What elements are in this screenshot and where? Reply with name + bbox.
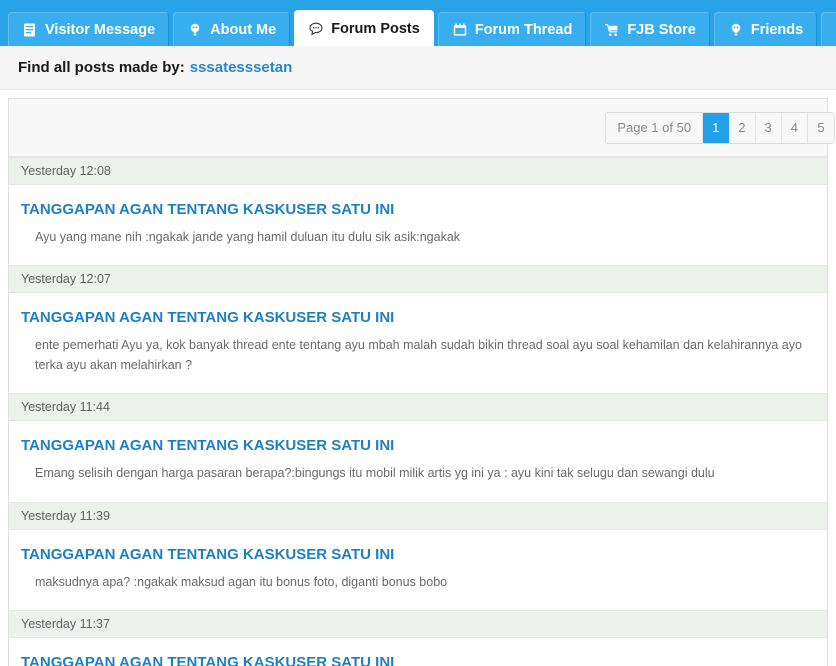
- post-date: Yesterday 12:07: [9, 265, 827, 294]
- calendar-icon: [452, 22, 468, 38]
- shopping-cart-icon: [604, 22, 620, 38]
- post-title-link[interactable]: TANGGAPAN AGAN TENTANG KASKUSER SATU INI: [21, 654, 815, 666]
- post-item: Yesterday 12:07 TANGGAPAN AGAN TENTANG KA…: [9, 265, 827, 394]
- tab-label: FJB Store: [627, 21, 696, 38]
- tab-label: Friends: [750, 21, 804, 38]
- post-excerpt: ente pemerhati Ayu ya, kok banyak thread…: [35, 338, 802, 372]
- tab-label: Forum Thread: [474, 21, 573, 38]
- pagination-page-1[interactable]: 1: [703, 112, 730, 143]
- post-excerpt: Ayu yang mane nih :ngakak jande yang ham…: [35, 230, 461, 244]
- find-posts-bar: Find all posts made by: sssatesssetan: [0, 46, 836, 90]
- tab-forum-posts[interactable]: Forum Posts: [294, 10, 434, 46]
- post-body: TANGGAPAN AGAN TENTANG KASKUSER SATU INI…: [9, 185, 827, 266]
- tab-forum-thread[interactable]: Forum Thread: [437, 12, 587, 46]
- post-item: Yesterday 12:08 TANGGAPAN AGAN TENTANG KA…: [9, 157, 827, 266]
- post-body: TANGGAPAN AGAN TENTANG KASKUSER SATU INI…: [9, 293, 827, 394]
- pagination-page-3[interactable]: 3: [755, 112, 782, 143]
- post-title-link[interactable]: TANGGAPAN AGAN TENTANG KASKUSER SATU INI: [21, 437, 815, 455]
- username-link[interactable]: sssatesssetan: [190, 59, 293, 76]
- post-title-link[interactable]: TANGGAPAN AGAN TENTANG KASKUSER SATU INI: [21, 309, 815, 327]
- post-body: TANGGAPAN AGAN TENTANG KASKUSER SATU INI…: [9, 421, 827, 502]
- post-date: Yesterday 11:39: [9, 501, 827, 530]
- post-date: Yesterday 11:44: [9, 393, 827, 422]
- user-bulb-icon: [728, 22, 744, 38]
- tab-label: Visitor Message: [45, 21, 156, 38]
- find-posts-label: Find all posts made by:: [18, 59, 185, 76]
- tab-label: Forum Posts: [331, 20, 420, 37]
- tab-friends[interactable]: Friends: [713, 12, 818, 46]
- user-bulb-icon: [187, 22, 203, 38]
- speech-bubble-icon: [308, 21, 324, 37]
- post-date: Yesterday 12:08: [9, 157, 827, 185]
- post-body: TANGGAPAN AGAN TENTANG KASKUSER SATU INI…: [9, 637, 827, 666]
- tab-about-me[interactable]: About Me: [173, 12, 291, 46]
- post-list: Yesterday 12:08 TANGGAPAN AGAN TENTANG KA…: [9, 157, 827, 666]
- forum-posts-panel: Page 1 of 50 12345 Yesterday 12:08 TANGGA…: [8, 98, 835, 666]
- pagination-page-5[interactable]: 5: [808, 112, 834, 143]
- tab-fjb-store[interactable]: FJB Store: [590, 12, 710, 46]
- post-title-link[interactable]: TANGGAPAN AGAN TENTANG KASKUSER SATU INI: [21, 201, 815, 219]
- pagination-page-2[interactable]: 2: [729, 112, 756, 143]
- post-title-link[interactable]: TANGGAPAN AGAN TENTANG KASKUSER SATU INI: [21, 546, 815, 564]
- post-date: Yesterday 11:37: [9, 609, 827, 638]
- post-excerpt: Emang selisih dengan harga pasaran berap…: [35, 466, 715, 481]
- tab-groupee[interactable]: Groupee: [821, 12, 836, 46]
- post-item: Yesterday 11:44 TANGGAPAN AGAN TENTANG KA…: [9, 393, 827, 502]
- note-lines-icon: [22, 22, 38, 38]
- post-item: Yesterday 11:39 TANGGAPAN AGAN TENTANG KA…: [9, 501, 827, 610]
- tab-bar: Visitor Message About Me Forum Posts Forum …: [0, 0, 836, 46]
- tab-visitor-message[interactable]: Visitor Message: [8, 12, 170, 46]
- pagination: Page 1 of 50 12345: [605, 111, 835, 144]
- post-item: Yesterday 11:37 TANGGAPAN AGAN TENTANG KA…: [9, 609, 827, 666]
- post-excerpt: maksudnya apa? :ngakak maksud agan itu b…: [35, 574, 448, 589]
- pagination-page-4[interactable]: 4: [781, 112, 808, 143]
- pagination-page-label: Page 1 of 50: [606, 112, 704, 143]
- post-body: TANGGAPAN AGAN TENTANG KASKUSER SATU INI…: [9, 529, 827, 610]
- tab-label: About Me: [210, 21, 277, 38]
- pagination-row: Page 1 of 50 12345: [9, 99, 835, 157]
